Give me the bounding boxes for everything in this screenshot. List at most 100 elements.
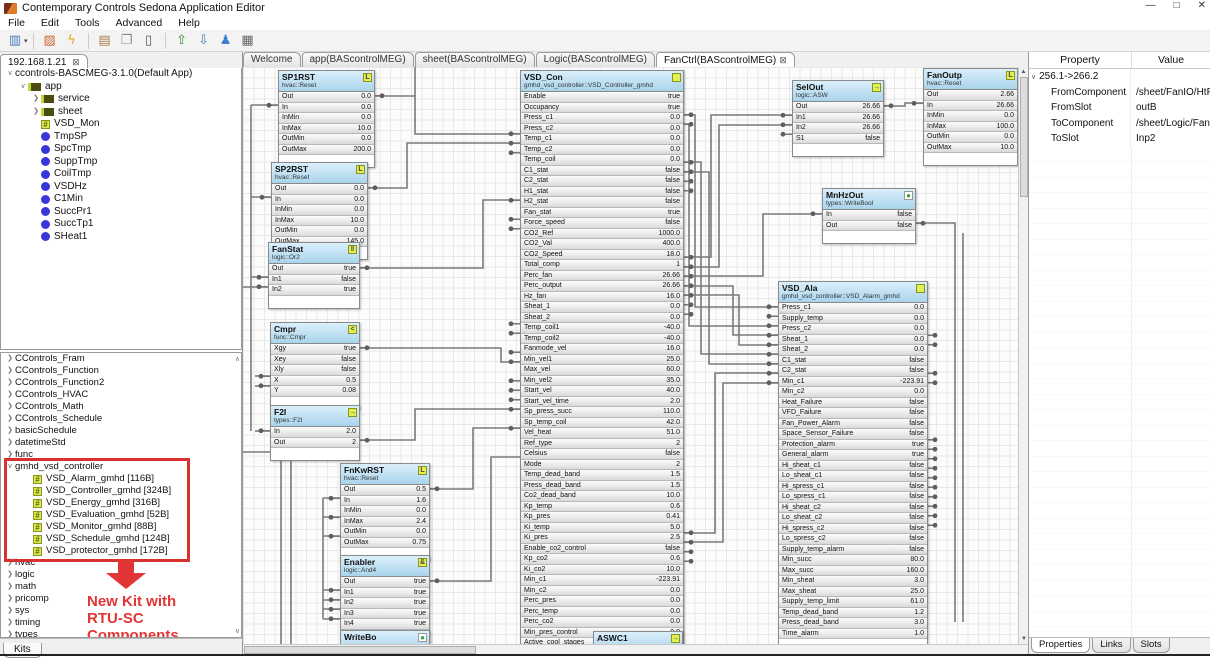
slot-press_c2[interactable]: Press_c20.0 <box>779 324 927 335</box>
tree-item-coiltmp[interactable]: CoilTmp <box>1 168 241 181</box>
kit-item-basicschedule[interactable]: ❯basicSchedule <box>1 425 241 437</box>
block-header[interactable]: SP2RSThvac::ResetL <box>272 163 367 184</box>
slot-heat_failure[interactable]: Heat_Failurefalse <box>779 398 927 409</box>
kit-item-vsd_protector_gmhd[interactable]: #VSD_protector_gmhd [172B] <box>1 545 241 557</box>
kit-item-vsd_monitor_gmhd[interactable]: #VSD_Monitor_gmhd [88B] <box>1 521 241 533</box>
slot-co2_dead_band[interactable]: Co2_dead_band10.0 <box>521 491 683 502</box>
canvas-horizontal-scrollbar[interactable] <box>243 644 1028 654</box>
copy-icon[interactable]: ❐ <box>117 32 137 50</box>
slot-outmax[interactable]: OutMax10.0 <box>924 143 1017 154</box>
slot-inmin[interactable]: InMin0.0 <box>279 113 374 124</box>
app-icon[interactable]: ▨ <box>40 32 60 50</box>
close-icon[interactable]: ⊠ <box>72 57 80 67</box>
slot-xey[interactable]: Xeyfalse <box>271 355 359 366</box>
slot-h2_stat[interactable]: H2_statfalse <box>521 197 683 208</box>
kit-item-vsd_evaluation_gmhd[interactable]: #VSD_Evaluation_gmhd [52B] <box>1 509 241 521</box>
slot-outmin[interactable]: OutMin0.0 <box>341 527 429 538</box>
block-header[interactable]: F2Itypes::F2I→ <box>271 406 359 427</box>
expander-icon[interactable]: ❯ <box>5 593 15 605</box>
slot-co2_speed[interactable]: CO2_Speed18.0 <box>521 250 683 261</box>
slot-vfd_failure[interactable]: VFD_Failurefalse <box>779 408 927 419</box>
slot-ref_type[interactable]: Ref_type2 <box>521 439 683 450</box>
slot-out[interactable]: Outfalse <box>823 221 915 232</box>
block-header[interactable]: Enablerlogic::And4& <box>341 556 429 577</box>
slot-in[interactable]: In1.6 <box>341 496 429 507</box>
tree-item-vsdhz[interactable]: VSDHz <box>1 181 241 194</box>
slot-max_sheat[interactable]: Max_sheat25.0 <box>779 587 927 598</box>
slot-lo_spress_c1[interactable]: Lo_spress_c1false <box>779 492 927 503</box>
slot-inmax[interactable]: InMax100.0 <box>924 122 1017 133</box>
tab-sheet-bascontrolmeg-[interactable]: sheet(BAScontrolMEG) <box>415 52 535 67</box>
slot-in1[interactable]: In1true <box>341 588 429 599</box>
block-header[interactable]: SP1RSThvac::ResetL <box>279 71 374 92</box>
slot-inmax[interactable]: InMax10.0 <box>272 216 367 227</box>
tree-item-tmpsp[interactable]: TmpSP <box>1 131 241 144</box>
slot-hi_sheat_c1[interactable]: Hi_sheat_c1false <box>779 461 927 472</box>
slot-sp_temp_coil[interactable]: Sp_temp_coil42.0 <box>521 418 683 429</box>
paste-icon[interactable]: ▤ <box>95 32 115 50</box>
slot-min_vel2[interactable]: Min_vel235.0 <box>521 376 683 387</box>
slot-perc_pres[interactable]: Perc_pres0.0 <box>521 596 683 607</box>
slot-min_sheat[interactable]: Min_sheat3.0 <box>779 576 927 587</box>
slot-hi_spress_c1[interactable]: Hi_spress_c1false <box>779 482 927 493</box>
slot-out[interactable]: Outtrue <box>341 577 429 588</box>
slot-xgy[interactable]: Xgytrue <box>271 344 359 355</box>
slot-general_alarm[interactable]: General_alarmtrue <box>779 450 927 461</box>
slot-temp_c1[interactable]: Temp_c10.0 <box>521 134 683 145</box>
expander-icon[interactable]: ∨ <box>18 81 28 94</box>
tab-properties[interactable]: Properties <box>1031 638 1090 653</box>
tab-fanctrl-bascontrolmeg-[interactable]: FanCtrl(BAScontrolMEG)⊠ <box>656 52 795 67</box>
block-header[interactable]: WriteBo● <box>341 631 429 644</box>
expander-icon[interactable]: ❯ <box>5 605 15 617</box>
canvas-vertical-scrollbar[interactable]: ▲ ▼ <box>1018 67 1028 644</box>
slot-press_dead_band[interactable]: Press_dead_band3.0 <box>779 618 927 629</box>
slot-perc_co2[interactable]: Perc_co20.0 <box>521 617 683 628</box>
slot-sheat_2[interactable]: Sheat_20.0 <box>779 345 927 356</box>
tree-item-sheat1[interactable]: SHeat1 <box>1 231 241 244</box>
slot-in2[interactable]: In226.66 <box>793 123 883 134</box>
slot-hi_spress_c2[interactable]: Hi_spress_c2false <box>779 524 927 535</box>
expander-icon[interactable]: ❯ <box>5 617 15 629</box>
block-writebo[interactable]: WriteBo● <box>340 630 430 644</box>
expander-icon[interactable]: ❯ <box>5 389 15 401</box>
block-header[interactable]: FnKwRSThvac::ResetL <box>341 464 429 485</box>
slot-out[interactable]: Out0.0 <box>272 184 367 195</box>
slot-in[interactable]: In0.0 <box>272 195 367 206</box>
scroll-up-icon[interactable]: ∧ <box>235 355 240 363</box>
slot-inmin[interactable]: InMin0.0 <box>924 111 1017 122</box>
slot-out[interactable]: Out0.0 <box>279 92 374 103</box>
tree-item-spctmp[interactable]: SpcTmp <box>1 143 241 156</box>
slot-enable[interactable]: Enabletrue <box>521 92 683 103</box>
slot-in[interactable]: In0.0 <box>279 103 374 114</box>
delete-icon[interactable]: ▯ <box>139 32 159 50</box>
slot-occupancy[interactable]: Occupancytrue <box>521 103 683 114</box>
slot-min_c2[interactable]: Min_c20.0 <box>521 586 683 597</box>
menu-help[interactable]: Help <box>170 17 208 29</box>
kit-item-vsd_energy_gmhd[interactable]: #VSD_Energy_gmhd [316B] <box>1 497 241 509</box>
slot-sp_press_succ[interactable]: Sp_press_succ110.0 <box>521 407 683 418</box>
slot-in2[interactable]: In2true <box>269 285 359 296</box>
slot-supply_temp_limit[interactable]: Supply_temp_limit61.0 <box>779 597 927 608</box>
slot-min_c1[interactable]: Min_c1-223.91 <box>779 377 927 388</box>
slot-kp_pres[interactable]: Kp_pres0.41 <box>521 512 683 523</box>
tab-welcome[interactable]: Welcome <box>243 52 301 67</box>
slot-press_c2[interactable]: Press_c20.0 <box>521 124 683 135</box>
slot-temp_c2[interactable]: Temp_c20.0 <box>521 145 683 156</box>
expander-icon[interactable]: ❯ <box>5 557 15 569</box>
slot-vel_heat[interactable]: Vel_heat51.0 <box>521 428 683 439</box>
slot-temp_coil2[interactable]: Temp_coil2-40.0 <box>521 334 683 345</box>
scroll-down-icon[interactable]: ∨ <box>235 627 240 635</box>
expander-icon[interactable]: ❯ <box>31 106 41 119</box>
slot-in1[interactable]: In1false <box>269 275 359 286</box>
slot-min_c2[interactable]: Min_c20.0 <box>779 387 927 398</box>
maximize-button[interactable]: □ <box>1174 0 1180 11</box>
slot-total_comp[interactable]: Total_comp1 <box>521 260 683 271</box>
link-row[interactable]: ∨256.1->266.2 <box>1029 69 1210 85</box>
get-from-device-icon[interactable]: ⇩ <box>194 32 214 50</box>
slot-in4[interactable]: In4true <box>341 619 429 630</box>
expander-icon[interactable]: ❯ <box>5 425 15 437</box>
block-selout[interactable]: SelOutlogic::ASW→Out26.66In126.66In226.6… <box>792 80 884 157</box>
slot-in[interactable]: Infalse <box>823 210 915 221</box>
tree-item-app[interactable]: ∨app <box>1 81 241 94</box>
slot-out[interactable]: Out26.66 <box>793 102 883 113</box>
